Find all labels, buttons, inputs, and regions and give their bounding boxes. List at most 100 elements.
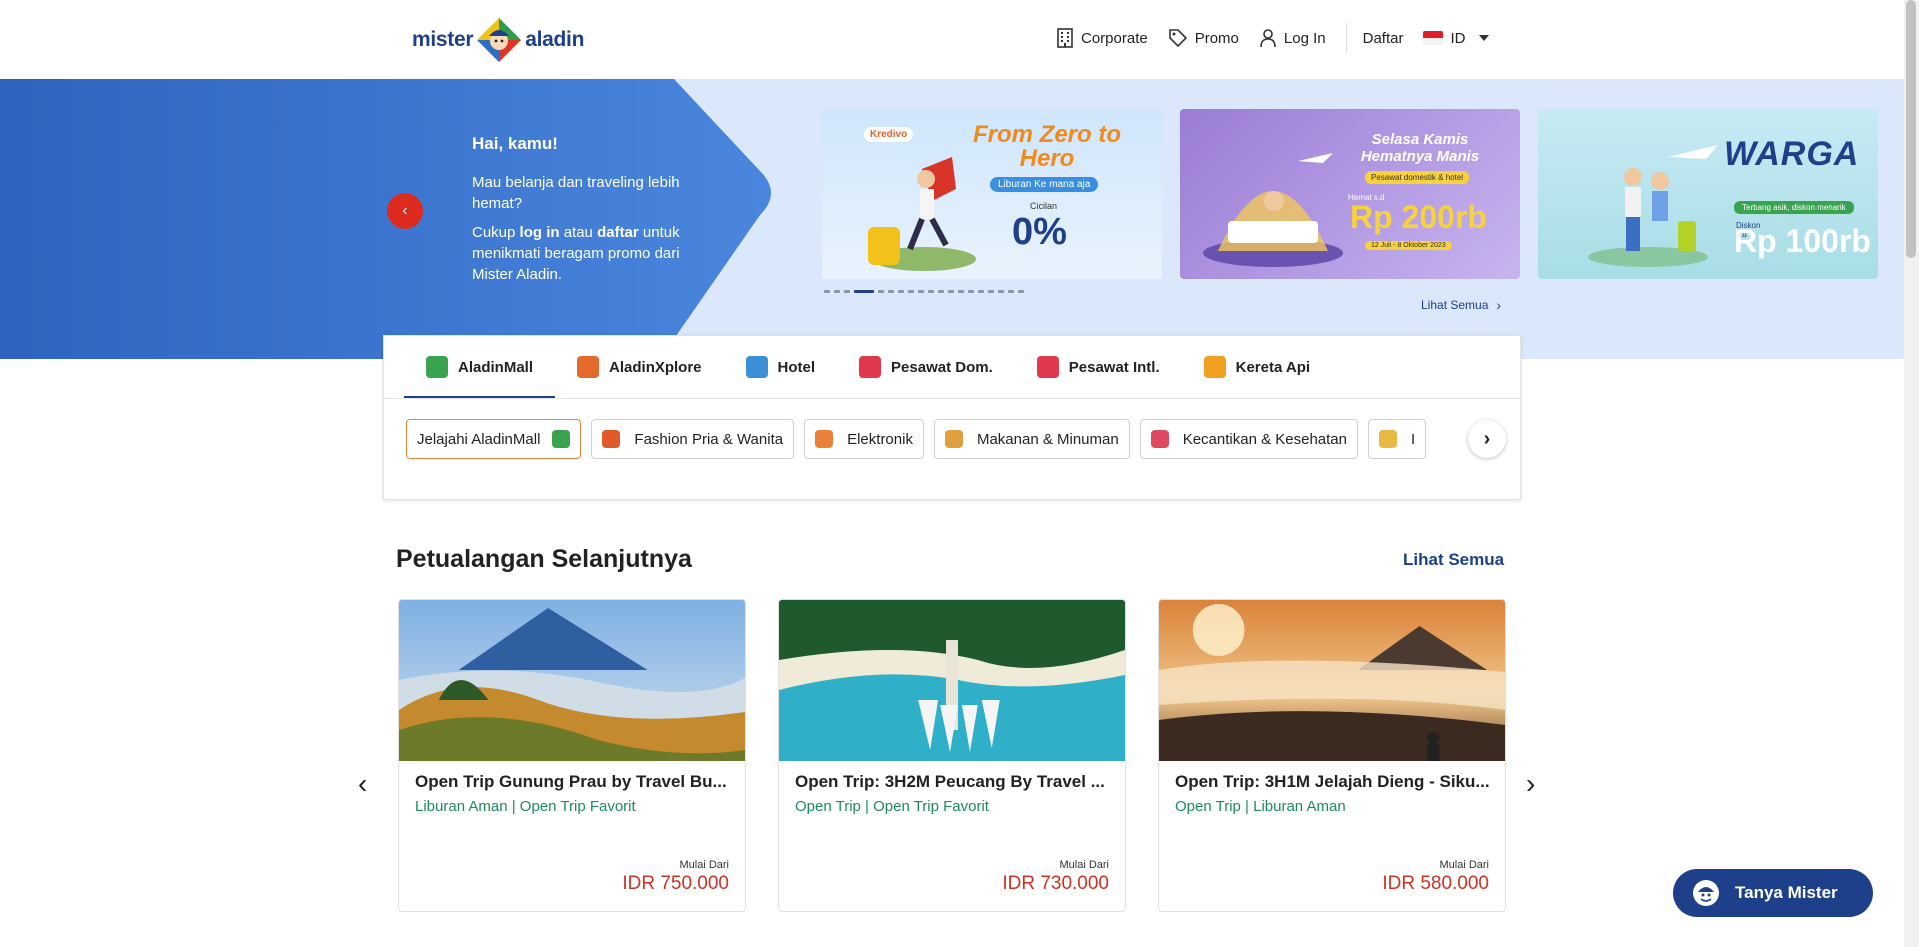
user-icon <box>1260 29 1276 48</box>
hero-see-all-label: Lihat Semua <box>1421 298 1489 312</box>
tab-label: AladinMall <box>458 358 534 376</box>
carousel-dot[interactable] <box>968 290 974 293</box>
nav-corporate[interactable]: Corporate <box>1056 28 1148 48</box>
carousel-dot[interactable] <box>998 290 1004 293</box>
section-title: Petualangan Selanjutnya <box>396 545 692 573</box>
carousel-dot[interactable] <box>888 290 894 293</box>
carousel-dot[interactable] <box>948 290 954 293</box>
category-chip[interactable]: Fashion Pria & Wanita <box>591 419 795 459</box>
mister-mascot-icon <box>1693 880 1719 906</box>
category-chip-label: Kecantikan & Kesehatan <box>1182 430 1347 448</box>
category-chip[interactable]: Jelajahi AladinMall <box>406 419 582 459</box>
category-chip[interactable]: I <box>1368 419 1427 459</box>
tab-icon <box>1203 356 1226 378</box>
language-selector[interactable]: ID <box>1423 30 1490 47</box>
carousel-dot[interactable] <box>854 290 874 293</box>
tab-aladinxplore[interactable]: AladinXplore <box>555 336 724 398</box>
traveler-illustration <box>868 157 976 271</box>
banner-1-headline: From Zero to Hero <box>973 121 1121 172</box>
category-chip-label: Makanan & Minuman <box>976 430 1119 448</box>
product-title: Open Trip: 3H2M Peucang By Travel ... <box>795 772 1105 791</box>
banner-2-headline: Selasa Kamis Hematnya Manis <box>1360 131 1480 165</box>
product-tags: Liburan Aman | Open Trip Favorit <box>415 798 636 815</box>
promo-banner-3[interactable]: WARGA Terbang asik, diskon menarik Disko… <box>1538 109 1878 279</box>
chat-button-label: Tanya Mister <box>1735 883 1838 902</box>
top-nav: Corporate Promo Log In Daftar ID <box>1056 23 1509 53</box>
promo-banner-1[interactable]: Kredivo From Zero to Hero Liburan Ke man… <box>822 109 1162 279</box>
service-tabs-card: AladinMall AladinXplore Hotel Pesawat Dom. P… <box>383 335 1521 500</box>
carousel-dot[interactable] <box>908 290 914 293</box>
carousel-dot[interactable] <box>824 290 830 293</box>
hero-line-2-mid: atau <box>559 224 598 241</box>
nav-register[interactable]: Daftar <box>1363 30 1404 47</box>
carousel-dot[interactable] <box>918 290 924 293</box>
category-chip-label: Jelajahi AladinMall <box>417 430 541 448</box>
carousel-dot[interactable] <box>938 290 944 293</box>
category-icon <box>944 430 963 448</box>
products-next-button[interactable]: › <box>1526 768 1535 800</box>
category-chip-label: Fashion Pria & Wanita <box>634 430 784 448</box>
promo-banner-2[interactable]: Selasa Kamis Hematnya Manis Pesawat dome… <box>1180 109 1520 279</box>
nav-promo[interactable]: Promo <box>1168 28 1239 48</box>
hero-section: ‹ Hai, kamu! Mau belanja dan traveling l… <box>0 79 1904 359</box>
banner-2-big: Rp 200rb <box>1350 199 1487 235</box>
banner-3-big: Rp 100rb <box>1734 223 1871 259</box>
tab-label: Hotel <box>777 358 816 376</box>
category-chip[interactable]: Makanan & Minuman <box>933 419 1130 459</box>
section-see-all-link[interactable]: Lihat Semua <box>1403 550 1504 570</box>
product-card[interactable]: Open Trip Gunung Prau by Travel Bu... Li… <box>398 599 746 912</box>
product-price: IDR 750.000 <box>622 873 729 894</box>
category-icon <box>1150 430 1169 448</box>
tab-kereta-api[interactable]: Kereta Api <box>1182 336 1332 398</box>
logo-mark-icon <box>475 16 523 64</box>
chips-next-button[interactable]: › <box>1468 420 1506 458</box>
product-card[interactable]: Open Trip: 3H1M Jelajah Dieng - Siku... … <box>1158 599 1506 912</box>
site-logo[interactable]: mister aladin <box>412 14 584 66</box>
scrollbar-thumb[interactable] <box>1906 0 1916 258</box>
products-prev-button[interactable]: ‹ <box>358 768 367 800</box>
top-header: mister aladin Corporate Promo Log In Daf… <box>0 0 1904 79</box>
nav-login[interactable]: Log In <box>1259 28 1326 48</box>
tag-icon <box>1168 29 1187 48</box>
chat-button[interactable]: Tanya Mister <box>1673 869 1873 917</box>
chevron-right-icon: › <box>1483 427 1491 450</box>
carousel-dot[interactable] <box>958 290 964 293</box>
category-icon <box>815 430 834 448</box>
carousel-dots[interactable] <box>824 290 1028 293</box>
nav-login-label: Log In <box>1283 29 1326 47</box>
carousel-dot[interactable] <box>1018 290 1024 293</box>
hero-see-all-link[interactable]: Lihat Semua › <box>1421 297 1501 313</box>
hero-login-link[interactable]: log in <box>520 224 560 241</box>
nav-register-label: Daftar <box>1362 29 1404 47</box>
category-icon <box>1379 430 1397 448</box>
carousel-dot[interactable] <box>834 290 840 293</box>
carousel-dot[interactable] <box>878 290 884 293</box>
carousel-dot[interactable] <box>928 290 934 293</box>
tab-icon <box>426 356 448 378</box>
carousel-dot[interactable] <box>898 290 904 293</box>
category-chip[interactable]: Kecantikan & Kesehatan <box>1139 419 1358 459</box>
carousel-dot[interactable] <box>844 290 850 293</box>
carousel-dot[interactable] <box>988 290 994 293</box>
hero-greeting: Hai, kamu! Mau belanja dan traveling leb… <box>472 133 712 293</box>
chevron-left-icon: ‹ <box>358 768 368 799</box>
carousel-dot[interactable] <box>978 290 984 293</box>
carousel-dot[interactable] <box>1008 290 1014 293</box>
product-price-label: Mulai Dari <box>1059 859 1109 871</box>
tab-pesawat-intl[interactable]: Pesawat Intl. <box>1015 336 1182 398</box>
hero-line-1: Mau belanja dan traveling lebih hemat? <box>472 174 680 212</box>
category-icon <box>552 430 571 448</box>
category-chip-label: Elektronik <box>847 430 913 448</box>
hero-title: Hai, kamu! <box>472 134 558 153</box>
category-chip[interactable]: Elektronik <box>804 419 924 459</box>
tab-label: Kereta Api <box>1235 358 1311 376</box>
tab-aladinmall[interactable]: AladinMall <box>404 336 556 399</box>
tab-pesawat-dom[interactable]: Pesawat Dom. <box>837 336 1015 398</box>
product-card[interactable]: Open Trip: 3H2M Peucang By Travel ... Op… <box>778 599 1126 912</box>
tab-hotel[interactable]: Hotel <box>724 336 838 398</box>
hero-register-link[interactable]: daftar <box>597 224 639 241</box>
chevron-right-icon: › <box>1496 297 1502 313</box>
category-chip-label: I <box>1411 430 1416 448</box>
tab-label: Pesawat Intl. <box>1068 358 1160 376</box>
hero-prev-button[interactable]: ‹ <box>387 193 423 229</box>
